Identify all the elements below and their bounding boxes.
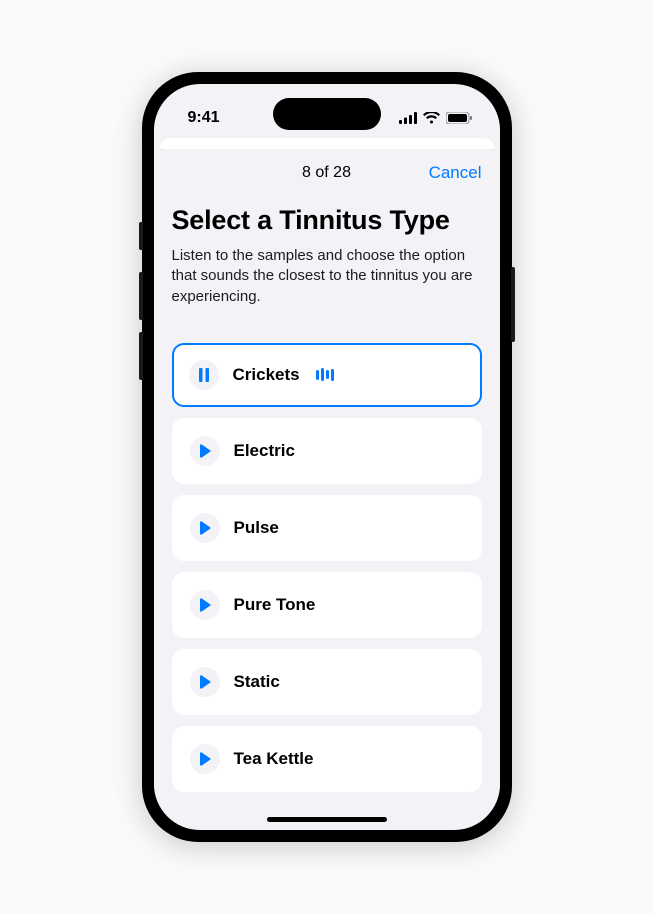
modal-sheet: 8 of 28 Cancel Select a Tinnitus Type Li… <box>154 149 500 829</box>
page-title: Select a Tinnitus Type <box>172 205 482 236</box>
option-label: Pure Tone <box>234 595 316 615</box>
play-button[interactable] <box>190 744 220 774</box>
pause-icon <box>198 368 210 382</box>
pause-button[interactable] <box>189 360 219 390</box>
home-indicator[interactable] <box>267 817 387 822</box>
status-right <box>399 112 472 124</box>
play-button[interactable] <box>190 667 220 697</box>
play-button[interactable] <box>190 513 220 543</box>
play-button[interactable] <box>190 436 220 466</box>
page-subtitle: Listen to the samples and choose the opt… <box>172 246 482 307</box>
option-label: Static <box>234 672 280 692</box>
option-tea-kettle[interactable]: Tea Kettle <box>172 726 482 792</box>
phone-frame: 9:41 8 of 28 <box>142 72 512 842</box>
option-label: Tea Kettle <box>234 749 314 769</box>
play-icon <box>199 444 211 458</box>
play-icon <box>199 598 211 612</box>
waveform-icon <box>316 368 334 381</box>
option-pure-tone[interactable]: Pure Tone <box>172 572 482 638</box>
wifi-icon <box>423 112 440 124</box>
status-time: 9:41 <box>188 109 220 127</box>
play-icon <box>199 521 211 535</box>
cancel-button[interactable]: Cancel <box>429 163 482 183</box>
option-label: Pulse <box>234 518 279 538</box>
option-pulse[interactable]: Pulse <box>172 495 482 561</box>
option-label: Electric <box>234 441 295 461</box>
cellular-icon <box>399 112 417 124</box>
play-icon <box>199 752 211 766</box>
options-list: Crickets <box>172 343 482 752</box>
option-crickets[interactable]: Crickets <box>172 343 482 407</box>
option-electric[interactable]: Electric <box>172 418 482 484</box>
phone-screen: 9:41 8 of 28 <box>154 84 500 830</box>
option-static[interactable]: Static <box>172 649 482 715</box>
play-button[interactable] <box>190 590 220 620</box>
page-indicator: 8 of 28 <box>302 164 351 182</box>
phone-side-button-right <box>511 267 515 342</box>
sheet-content: Select a Tinnitus Type Listen to the sam… <box>154 197 500 752</box>
sheet-header: 8 of 28 Cancel <box>154 149 500 197</box>
play-icon <box>199 675 211 689</box>
battery-icon <box>446 112 472 124</box>
dynamic-island <box>273 98 381 130</box>
option-label: Crickets <box>233 365 300 385</box>
